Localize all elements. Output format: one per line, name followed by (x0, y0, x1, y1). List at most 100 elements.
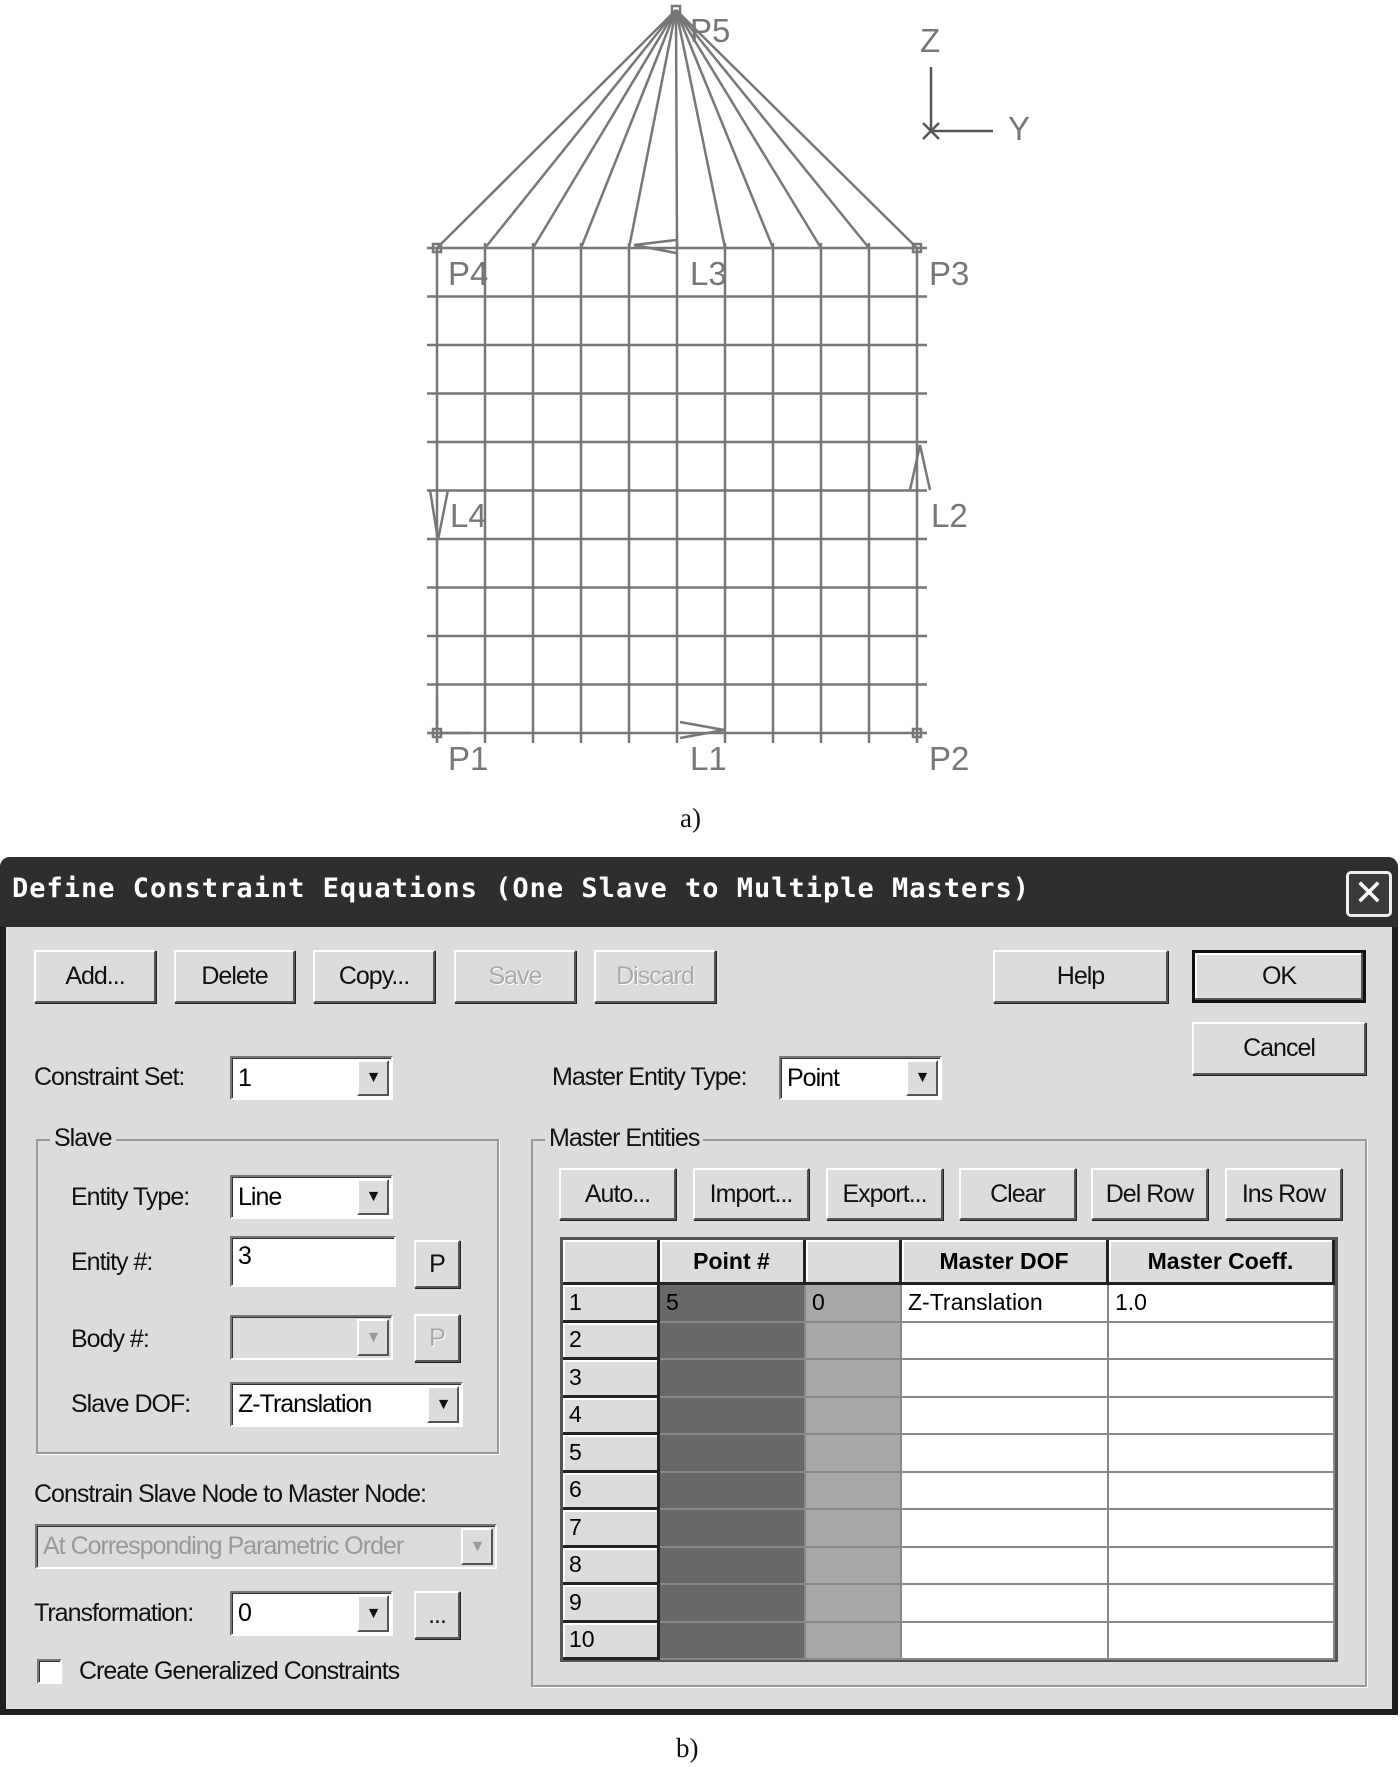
entity-pick-button[interactable]: P (414, 1240, 460, 1288)
del-row-button[interactable]: Del Row (1091, 1168, 1208, 1220)
chevron-down-icon[interactable]: ▼ (357, 1319, 389, 1356)
ins-row-button[interactable]: Ins Row (1225, 1168, 1342, 1220)
table-cell[interactable] (660, 1547, 806, 1585)
master-entity-type-select[interactable]: Point ▼ (779, 1056, 942, 1100)
table-cell[interactable] (1109, 1397, 1335, 1435)
column-header[interactable]: Master Coeff. (1109, 1240, 1335, 1285)
add-button[interactable]: Add... (34, 950, 156, 1003)
table-cell[interactable] (806, 1322, 902, 1360)
table-cell[interactable] (806, 1585, 902, 1623)
discard-button[interactable]: Discard (594, 950, 716, 1003)
entity-num-input[interactable]: 3 (230, 1236, 396, 1287)
body-pick-button[interactable]: P (414, 1314, 460, 1362)
row-header[interactable]: 2 (563, 1322, 660, 1360)
table-cell[interactable] (806, 1360, 902, 1398)
body-num-label: Body #: (71, 1325, 150, 1353)
table-cell[interactable] (1109, 1322, 1335, 1360)
table-cell[interactable] (902, 1397, 1109, 1435)
title-bar: Define Constraint Equations (One Slave t… (0, 857, 1398, 927)
constraint-set-label: Constraint Set: (34, 1063, 185, 1091)
transformation-select[interactable]: 0 ▼ (230, 1591, 393, 1636)
constraint-set-select[interactable]: 1 ▼ (230, 1056, 393, 1100)
table-cell[interactable] (806, 1397, 902, 1435)
export-button[interactable]: Export... (826, 1168, 943, 1220)
table-cell[interactable] (660, 1322, 806, 1360)
delete-button[interactable]: Delete (174, 950, 295, 1003)
transformation-more-button[interactable]: ... (414, 1591, 460, 1639)
row-header[interactable]: 6 (563, 1472, 660, 1510)
row-header[interactable]: 9 (563, 1585, 660, 1623)
table-cell[interactable] (902, 1435, 1109, 1473)
constrain-node-value: At Corresponding Parametric Order (43, 1532, 404, 1560)
chevron-down-icon[interactable]: ▼ (461, 1528, 493, 1565)
column-header[interactable]: Point # (660, 1240, 806, 1285)
chevron-down-icon[interactable]: ▼ (357, 1595, 389, 1632)
table-cell[interactable] (806, 1435, 902, 1473)
row-header[interactable]: 10 (563, 1622, 660, 1660)
table-cell[interactable] (660, 1585, 806, 1623)
row-header[interactable]: 7 (563, 1510, 660, 1548)
import-button[interactable]: Import... (693, 1168, 809, 1220)
column-header[interactable] (563, 1240, 660, 1285)
table-cell[interactable] (806, 1472, 902, 1510)
table-cell[interactable] (902, 1472, 1109, 1510)
entity-type-label: Entity Type: (71, 1183, 190, 1211)
constraint-ray (627, 9, 678, 249)
generalized-constraints-checkbox[interactable] (37, 1659, 62, 1684)
help-button[interactable]: Help (993, 950, 1168, 1003)
row-header[interactable]: 1 (563, 1285, 660, 1323)
cancel-button[interactable]: Cancel (1192, 1022, 1366, 1075)
ok-button[interactable]: OK (1192, 950, 1366, 1003)
table-cell[interactable] (902, 1360, 1109, 1398)
chevron-down-icon[interactable]: ▼ (357, 1060, 389, 1096)
row-header[interactable]: 5 (563, 1435, 660, 1473)
table-cell[interactable] (806, 1510, 902, 1548)
slave-dof-select[interactable]: Z-Translation ▼ (230, 1382, 463, 1427)
copy-button[interactable]: Copy... (313, 950, 435, 1003)
row-header[interactable]: 3 (563, 1360, 660, 1398)
table-cell[interactable] (1109, 1547, 1335, 1585)
table-cell[interactable] (660, 1472, 806, 1510)
auto-button[interactable]: Auto... (559, 1168, 676, 1220)
row-header[interactable]: 8 (563, 1547, 660, 1585)
save-button[interactable]: Save (454, 950, 576, 1003)
table-cell[interactable] (660, 1397, 806, 1435)
table-cell[interactable]: 5 (660, 1285, 806, 1323)
table-cell[interactable]: Z-Translation (902, 1285, 1109, 1323)
table-cell[interactable] (902, 1510, 1109, 1548)
table-cell[interactable]: 1.0 (1109, 1285, 1335, 1323)
table-cell[interactable] (1109, 1622, 1335, 1660)
column-header[interactable]: Master DOF (902, 1240, 1109, 1285)
table-cell[interactable] (902, 1585, 1109, 1623)
chevron-down-icon[interactable]: ▼ (357, 1179, 389, 1215)
table-cell[interactable] (806, 1622, 902, 1660)
table-cell[interactable] (806, 1547, 902, 1585)
table-cell[interactable] (1109, 1472, 1335, 1510)
table-cell[interactable] (660, 1510, 806, 1548)
table-cell[interactable] (902, 1622, 1109, 1660)
table-cell[interactable] (1109, 1585, 1335, 1623)
row-header[interactable]: 4 (563, 1397, 660, 1435)
constrain-node-select[interactable]: At Corresponding Parametric Order ▼ (35, 1524, 497, 1569)
table-cell[interactable] (660, 1435, 806, 1473)
close-button[interactable]: ✕ (1346, 871, 1392, 917)
table-cell[interactable] (1109, 1510, 1335, 1548)
generalized-constraints-label: Create Generalized Constraints (79, 1657, 400, 1685)
axis-triad-icon (922, 67, 993, 140)
table-cell[interactable] (902, 1547, 1109, 1585)
chevron-down-icon[interactable]: ▼ (906, 1060, 938, 1096)
table-cell[interactable] (660, 1360, 806, 1398)
entity-type-select[interactable]: Line ▼ (230, 1175, 393, 1219)
table-cell[interactable] (1109, 1360, 1335, 1398)
clear-button[interactable]: Clear (959, 1168, 1076, 1220)
constraint-ray (674, 9, 679, 249)
column-header[interactable] (806, 1240, 902, 1285)
chevron-down-icon[interactable]: ▼ (427, 1386, 459, 1423)
table-cell[interactable]: 0 (806, 1285, 902, 1323)
body-num-select[interactable]: ▼ (230, 1315, 393, 1360)
constraint-ray (531, 9, 678, 249)
table-cell[interactable] (902, 1322, 1109, 1360)
table-cell[interactable] (1109, 1435, 1335, 1473)
transformation-value: 0 (238, 1599, 252, 1627)
table-cell[interactable] (660, 1622, 806, 1660)
